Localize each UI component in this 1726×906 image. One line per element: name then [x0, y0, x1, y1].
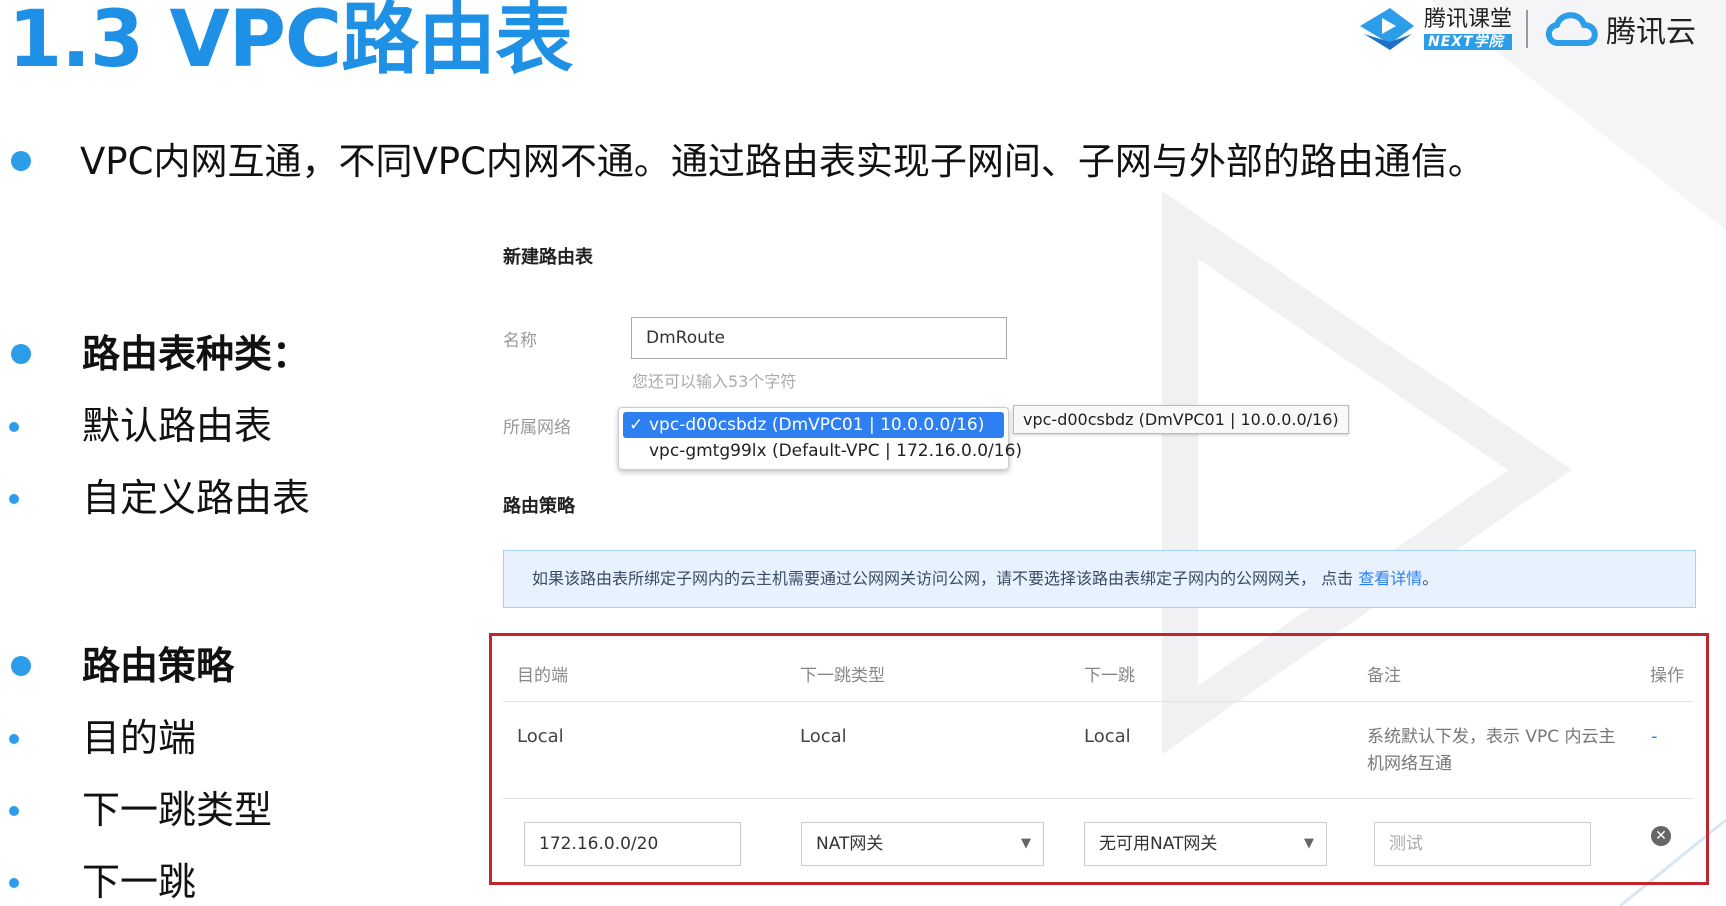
col-header-next-hop-type: 下一跳类型 [800, 666, 885, 686]
checkmark-icon: ✓ [629, 415, 644, 435]
intro-bullet-dot [11, 151, 31, 171]
logo-area: 腾讯课堂 NEXT学院 腾讯云 [1354, 4, 1696, 54]
bullet-dot [9, 494, 19, 504]
list-item-default-route-table: 默认路由表 [82, 404, 273, 448]
bullet-dot [11, 344, 31, 364]
name-label: 名称 [503, 331, 537, 351]
default-row-next-hop: Local [1084, 726, 1131, 747]
notice-end: 。 [1422, 569, 1439, 588]
logo-divider [1526, 10, 1528, 48]
info-notice: 如果该路由表所绑定子网内的云主机需要通过公网网关访问公网，请不要选择该路由表绑定… [503, 550, 1696, 608]
next-hop-type-value: NAT网关 [816, 834, 884, 854]
col-header-next-hop: 下一跳 [1084, 666, 1135, 686]
tencent-class-name: 腾讯课堂 [1423, 6, 1512, 32]
slide-title: 1.3 VPC路由表 [8, 0, 573, 85]
tencent-cloud-logo: 腾讯云 [1542, 7, 1696, 51]
list-item-route-table-types: 路由表种类： [82, 332, 311, 376]
network-option[interactable]: vpc-gmtg99lx (Default-VPC | 172.16.0.0/1… [623, 438, 1022, 464]
next-hop-value: 无可用NAT网关 [1099, 834, 1218, 854]
bullet-dot [9, 878, 19, 888]
bullet-dot [9, 422, 19, 432]
network-option-selected[interactable]: ✓ vpc-d00csbdz (DmVPC01 | 10.0.0.0/16) [623, 412, 1004, 438]
network-option-label: vpc-d00csbdz (DmVPC01 | 10.0.0.0/16) [649, 415, 985, 435]
tencent-class-logo: 腾讯课堂 NEXT学院 [1354, 4, 1512, 54]
table-divider [503, 798, 1693, 799]
list-item-route-policy: 路由策略 [82, 644, 235, 688]
bullet-dot [9, 734, 19, 744]
bullet-dot [11, 656, 31, 676]
table-divider [503, 701, 1693, 702]
network-label: 所属网络 [503, 418, 571, 438]
caret-down-icon: ▼ [1304, 836, 1314, 851]
delete-row-icon[interactable]: ✕ [1651, 826, 1671, 846]
list-item-custom-route-table: 自定义路由表 [82, 476, 311, 520]
form-heading: 新建路由表 [503, 247, 593, 268]
bullet-dot [9, 806, 19, 816]
default-row-next-hop-type: Local [800, 726, 847, 747]
intro-text: VPC内网互通，不同VPC内网不通。通过路由表实现子网间、子网与外部的路由通信。 [80, 140, 1485, 183]
default-row-destination: Local [517, 726, 564, 747]
col-header-remark: 备注 [1367, 666, 1401, 686]
list-item-next-hop-type: 下一跳类型 [82, 788, 273, 832]
col-header-destination: 目的端 [517, 666, 568, 686]
route-table-name-input[interactable]: DmRoute [631, 317, 1007, 359]
name-char-hint: 您还可以输入53个字符 [632, 372, 797, 391]
option-tooltip: vpc-d00csbdz (DmVPC01 | 10.0.0.0/16) [1013, 405, 1349, 434]
default-row-remark: 系统默认下发，表示 VPC 内云主机网络互通 [1367, 727, 1616, 774]
remark-input[interactable]: 测试 [1374, 822, 1591, 866]
list-item-destination: 目的端 [82, 716, 197, 760]
tencent-class-subtitle: NEXT学院 [1423, 33, 1512, 50]
network-option-label: vpc-gmtg99lx (Default-VPC | 172.16.0.0/1… [649, 441, 1023, 461]
next-hop-type-select[interactable]: NAT网关 ▼ [801, 822, 1044, 866]
col-header-action: 操作 [1650, 666, 1684, 686]
next-hop-select[interactable]: 无可用NAT网关 ▼ [1084, 822, 1327, 866]
list-item-next-hop: 下一跳 [82, 860, 197, 904]
tencent-cloud-name: 腾讯云 [1606, 15, 1696, 50]
view-details-link[interactable]: 查看详情 [1358, 569, 1422, 588]
notice-text: 如果该路由表所绑定子网内的云主机需要通过公网网关访问公网，请不要选择该路由表绑定… [532, 569, 1359, 588]
destination-input[interactable]: 172.16.0.0/20 [524, 822, 741, 866]
cloud-icon [1545, 12, 1598, 46]
caret-down-icon: ▼ [1021, 836, 1031, 851]
tencent-class-play-icon [1359, 8, 1414, 50]
default-row-action: - [1651, 726, 1658, 747]
route-policy-heading: 路由策略 [503, 496, 575, 517]
network-dropdown-menu[interactable]: ✓ vpc-d00csbdz (DmVPC01 | 10.0.0.0/16) v… [618, 407, 1022, 470]
